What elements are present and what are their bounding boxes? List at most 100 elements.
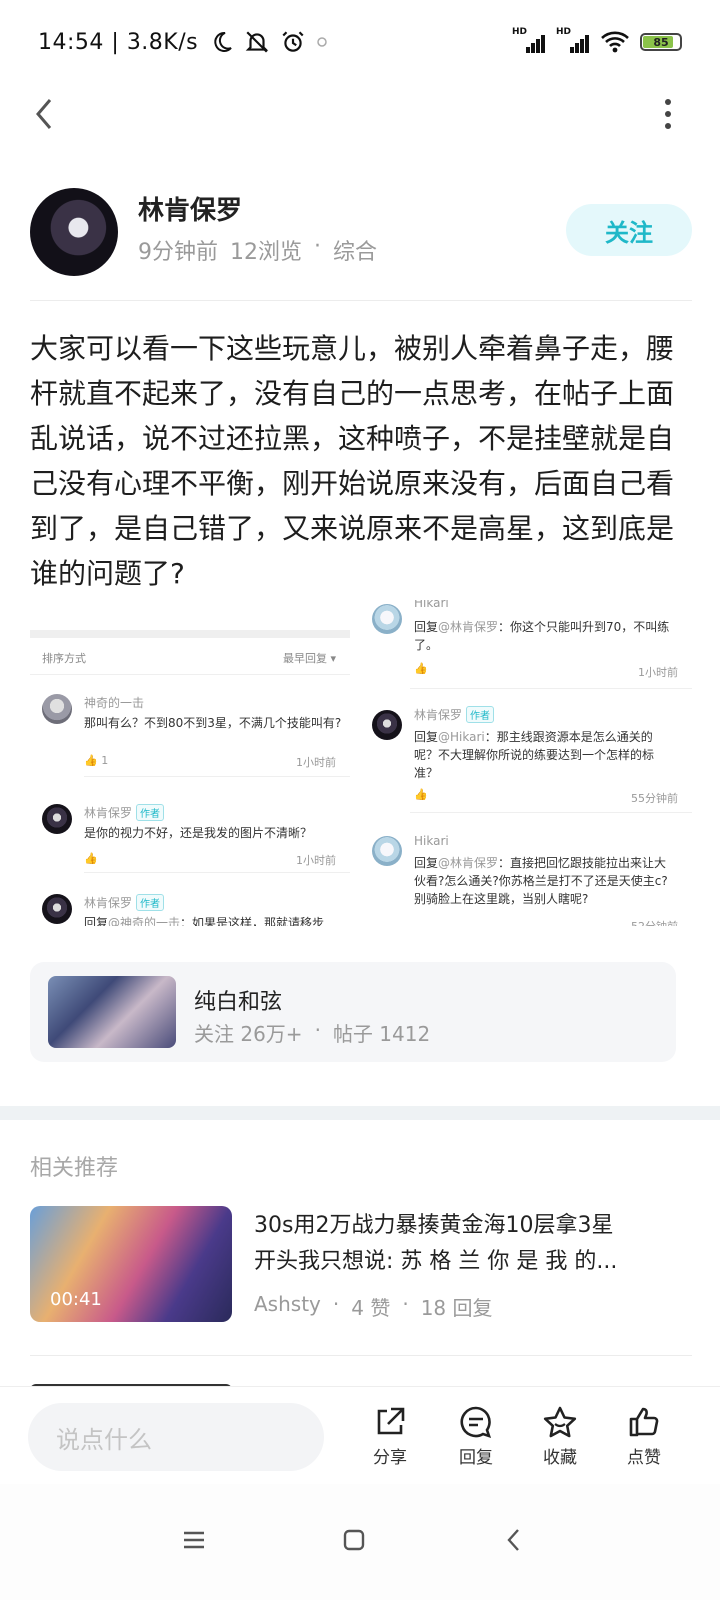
share-icon [377, 1407, 405, 1435]
signal-icon-2: HD [556, 27, 590, 53]
comment-like: 👍 [84, 852, 98, 865]
post-image-left-panel: 排序方式 最早回复 ▾ 神奇的一击 那叫有么？不到80不到3星，不满几个技能叫有… [30, 600, 350, 926]
video-thumbnail: 00:41 [30, 1206, 232, 1322]
commenter-avatar [42, 694, 72, 724]
chevron-left-icon [36, 99, 52, 129]
comment-time: 1小时前 [296, 756, 336, 769]
status-bar: 14:54 | 3.8K/s HD HD 85 [0, 0, 720, 84]
square-icon [343, 1529, 365, 1551]
status-icons-right: HD HD 85 [512, 27, 682, 54]
comment-like: 👍 [414, 788, 428, 801]
commenter-name: 林肯保罗 作者 [84, 804, 165, 821]
divider [410, 812, 692, 813]
comment-time: 55分钟前 [631, 792, 678, 805]
related-item-title: 30s用2万战力暴揍黄金海10层拿3星 开头我只想说: 苏 格 兰 你 是 我 … [254, 1213, 618, 1274]
share-button[interactable]: 分享 [358, 1405, 422, 1468]
related-section-title: 相关推荐 [30, 1156, 119, 1181]
chevron-left-icon [507, 1529, 519, 1551]
commenter-avatar [372, 836, 402, 866]
gray-divider [30, 630, 350, 638]
comment-item: 林肯保罗 作者 回复@Hikari：那主线跟资源本是怎么通关的呢？不大理解你所说的… [372, 706, 692, 810]
bottom-action-bar: 说点什么 分享 回复 收藏 点赞 [0, 1386, 720, 1484]
comment-item: Hikari 回复@林肯保罗：你这个只能叫升到70，不叫练了。 👍 1小时前 [372, 600, 692, 684]
system-nav-bar [0, 1484, 720, 1600]
commenter-name: 神奇的一击 [84, 696, 145, 710]
commenter-name: Hikari [414, 834, 449, 848]
meta-separator: · [314, 1018, 321, 1042]
author-avatar[interactable] [30, 188, 118, 276]
comment-input[interactable]: 说点什么 [28, 1403, 324, 1471]
divider [410, 688, 692, 689]
comment-item: Hikari 回复@林肯保罗：直接把回忆跟技能拉出来让大伙看?怎么通关?你苏格兰… [372, 834, 692, 926]
sort-label: 排序方式 [42, 652, 86, 665]
dot-icon [317, 37, 327, 47]
status-icons-left [210, 29, 328, 55]
circle-meta: 关注 26万+ · 帖子 1412 [194, 1018, 430, 1047]
sort-value: 最早回复 ▾ [282, 652, 336, 665]
meta-separator: · [314, 234, 321, 259]
author-header: 林肯保罗 9分钟前 12浏览 · 综合 关注 [30, 188, 692, 278]
post-meta: 9分钟前 12浏览 · 综合 [138, 234, 377, 266]
comment-text: 那叫有么？不到80不到3星，不满几个技能叫有? [84, 716, 342, 730]
section-divider [0, 1106, 720, 1120]
meta-separator: · [402, 1292, 409, 1316]
related-replies: 18 回复 [420, 1296, 493, 1320]
related-item[interactable]: 00:41 30s用2万战力暴揍黄金海10层拿3星 开头我只想说: 苏 格 兰 … [30, 1206, 692, 1324]
like-button[interactable]: 点赞 [612, 1405, 676, 1468]
author-name[interactable]: 林肯保罗 [138, 190, 242, 227]
meta-separator: · [332, 1292, 340, 1316]
more-dot [665, 123, 671, 129]
mute-bell-icon [245, 31, 269, 53]
signal-icon: HD [512, 27, 546, 53]
comment-item: 林肯保罗 作者 是你的视力不好，还是我发的图片不清晰？ 👍 1小时前 [42, 804, 350, 874]
commenter-avatar [372, 710, 402, 740]
post-text: 大家可以看一下这些玩意儿，被别人牵着鼻子走，腰杆就直不起来了，没有自己的一点思考… [30, 332, 675, 590]
comment-time: 52分钟前 [631, 918, 678, 926]
circle-posts: 帖子 1412 [332, 1022, 431, 1046]
commenter-avatar [42, 804, 72, 834]
follow-button[interactable]: 关注 [566, 204, 692, 256]
video-duration: 00:41 [50, 1289, 102, 1310]
divider [84, 872, 350, 873]
circle-followers: 关注 26万+ [194, 1022, 303, 1046]
circle-card[interactable]: 纯白和弦 关注 26万+ · 帖子 1412 [30, 962, 676, 1062]
recent-apps-button[interactable] [174, 1520, 214, 1560]
comment-time: 1小时前 [638, 666, 678, 679]
back-button[interactable] [28, 94, 64, 134]
status-time: 14:54 | 3.8K/s [38, 29, 199, 55]
reply-button[interactable]: 回复 [444, 1405, 508, 1468]
post-image-right-panel: Hikari 回复@林肯保罗：你这个只能叫升到70，不叫练了。 👍 1小时前 林… [372, 600, 692, 926]
comment-text: 是你的视力不好，还是我发的图片不清晰？ [84, 826, 313, 840]
thumbs-up-icon [629, 1407, 659, 1437]
more-dot [665, 111, 671, 117]
star-icon [543, 1406, 577, 1438]
battery-icon: 85 [640, 33, 682, 51]
commenter-avatar [42, 894, 72, 924]
more-options-button[interactable] [656, 94, 680, 134]
system-back-button[interactable] [494, 1520, 534, 1560]
comment-time: 1小时前 [296, 854, 336, 867]
comment-like: 👍 [414, 662, 428, 675]
top-nav [0, 84, 720, 144]
comment-item: 神奇的一击 那叫有么？不到80不到3星，不满几个技能叫有? 👍 1 1小时前 [42, 694, 350, 784]
post-views: 12浏览 [230, 240, 302, 265]
comment-text: 回复@神奇的一击：如果是这样，那就请移步 [84, 916, 325, 926]
moon-icon [214, 31, 232, 52]
related-author: Ashsty [254, 1292, 321, 1316]
related-likes: 4 赞 [351, 1296, 391, 1320]
favorite-button[interactable]: 收藏 [528, 1405, 592, 1468]
more-dot [665, 99, 671, 105]
related-item-meta: Ashsty · 4 赞 · 18 回复 [254, 1292, 493, 1321]
home-button[interactable] [334, 1520, 374, 1560]
wifi-icon [601, 31, 629, 53]
comment-bubble-icon [460, 1406, 492, 1439]
divider [30, 300, 692, 301]
post-image[interactable]: 排序方式 最早回复 ▾ 神奇的一击 那叫有么？不到80不到3星，不满几个技能叫有… [30, 600, 692, 926]
circle-name: 纯白和弦 [194, 990, 283, 1015]
commenter-name: 林肯保罗 作者 [414, 706, 495, 723]
circle-cover-image [48, 976, 176, 1048]
comment-like: 👍 1 [84, 754, 109, 767]
post-category[interactable]: 综合 [333, 234, 377, 266]
comment-text: 回复@Hikari：那主线跟资源本是怎么通关的呢？不大理解你所说的练要达到一个怎… [414, 730, 655, 780]
divider [30, 1355, 692, 1356]
